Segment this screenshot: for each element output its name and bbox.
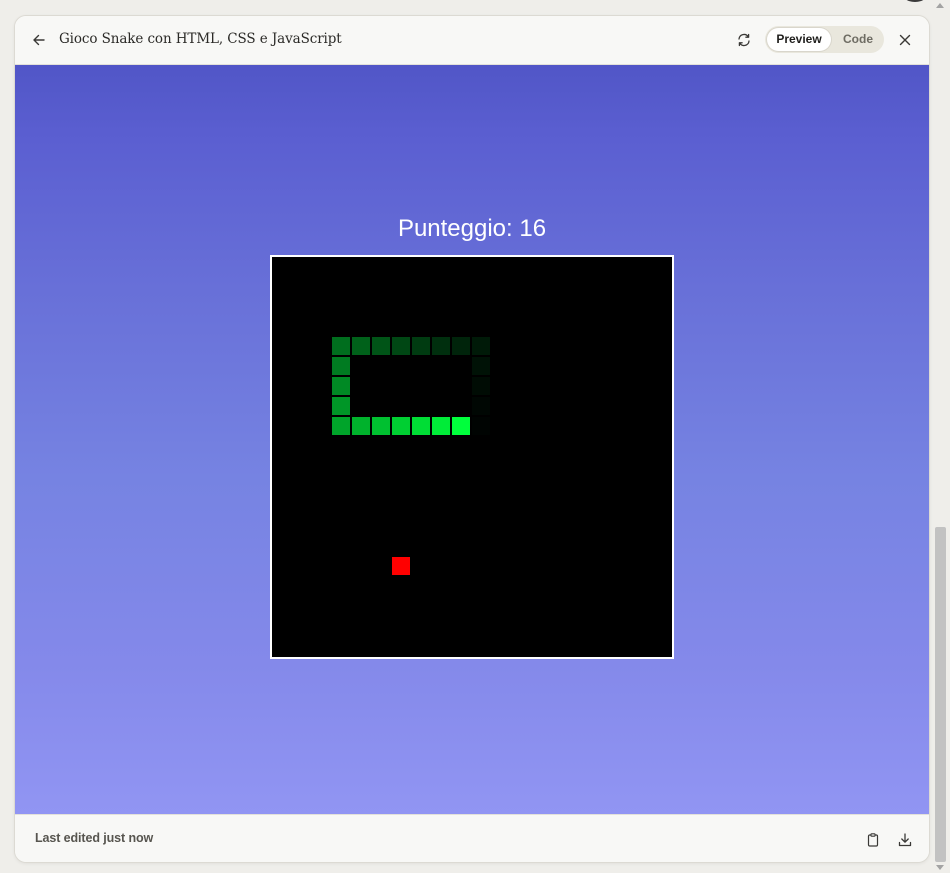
view-toggle: Preview Code	[765, 26, 884, 53]
snake-segment	[332, 377, 350, 395]
scroll-down-arrow[interactable]	[936, 865, 944, 870]
artifact-header: Gioco Snake con HTML, CSS e JavaScript P…	[15, 16, 929, 65]
snake-segment	[332, 397, 350, 415]
game-canvas	[332, 337, 490, 575]
arrow-left-icon	[33, 34, 45, 46]
snake-segment	[352, 417, 370, 435]
snake-segment	[352, 337, 370, 355]
snake-segment	[332, 357, 350, 375]
artifact-panel: Gioco Snake con HTML, CSS e JavaScript P…	[14, 15, 930, 863]
artifact-title: Gioco Snake con HTML, CSS e JavaScript	[59, 31, 342, 47]
snake-segment	[432, 417, 450, 435]
snake-segment	[472, 357, 490, 375]
snake-segment	[372, 417, 390, 435]
refresh-button[interactable]	[733, 29, 755, 51]
snake-segment	[472, 397, 490, 415]
snake-segment	[452, 337, 470, 355]
back-button[interactable]	[29, 30, 49, 50]
snake-segment	[392, 417, 410, 435]
last-edited-status: Last edited just now	[35, 831, 154, 845]
preview-area: Punteggio: 16	[15, 65, 929, 814]
snake-head	[452, 417, 470, 435]
snake-segment	[392, 337, 410, 355]
snake-segment	[372, 337, 390, 355]
snake-segment	[332, 417, 350, 435]
close-icon	[899, 34, 911, 46]
snake-segment	[412, 337, 430, 355]
snake-segment	[472, 417, 490, 435]
page-scrollbar[interactable]	[933, 0, 948, 873]
user-avatar-partial	[900, 0, 930, 2]
refresh-icon	[738, 33, 750, 47]
code-tab[interactable]: Code	[833, 28, 883, 51]
clipboard-icon	[867, 833, 879, 847]
food-pellet	[392, 557, 410, 575]
preview-tab[interactable]: Preview	[767, 28, 831, 51]
snake-segment	[332, 337, 350, 355]
score-display: Punteggio: 16	[397, 215, 547, 242]
scrollbar-thumb[interactable]	[935, 527, 946, 862]
download-icon	[898, 833, 912, 847]
snake-segment	[432, 337, 450, 355]
snake-segment	[472, 337, 490, 355]
game-board[interactable]	[270, 255, 674, 659]
close-button[interactable]	[894, 29, 916, 51]
snake-segment	[412, 417, 430, 435]
scroll-up-arrow[interactable]	[936, 3, 944, 8]
copy-button[interactable]	[862, 829, 884, 851]
artifact-footer: Last edited just now	[15, 814, 929, 862]
download-button[interactable]	[894, 829, 916, 851]
snake-segment	[472, 377, 490, 395]
